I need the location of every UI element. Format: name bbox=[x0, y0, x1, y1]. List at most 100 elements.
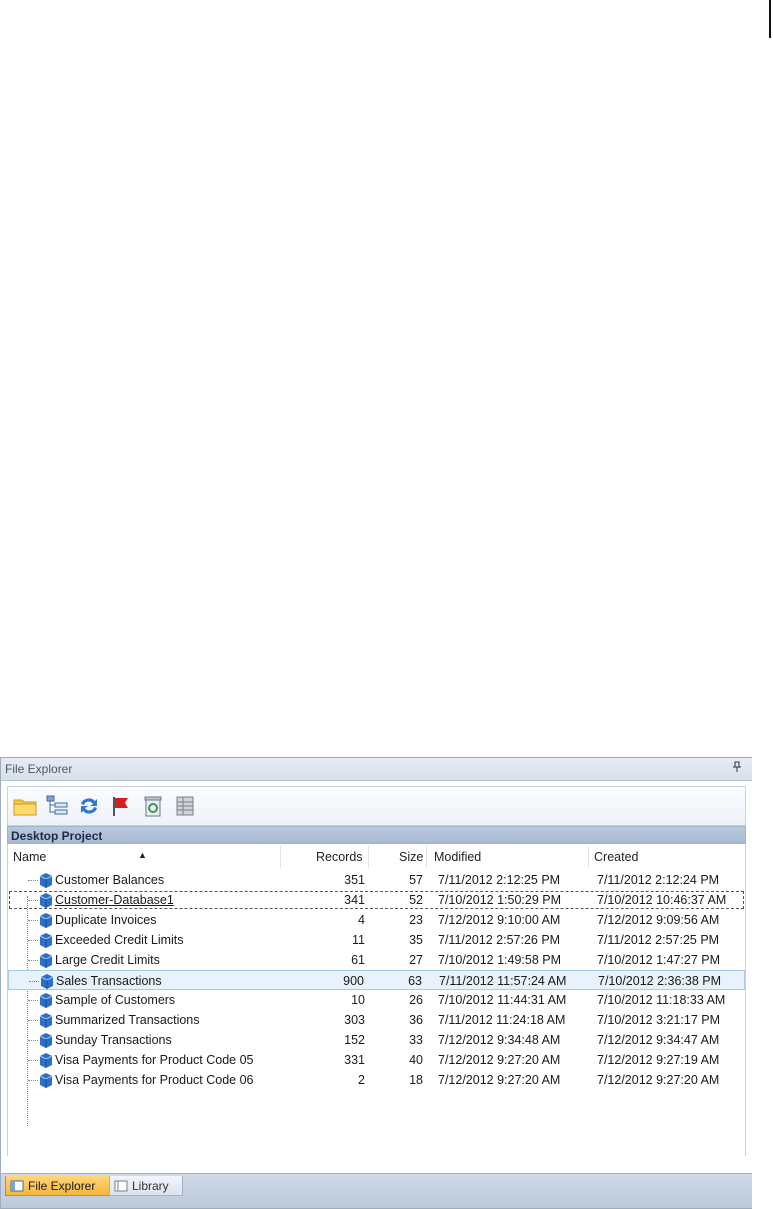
row-modified: 7/11/2012 11:24:18 AM bbox=[438, 1013, 566, 1027]
row-size: 27 bbox=[409, 953, 423, 967]
row-size: 26 bbox=[409, 993, 423, 1007]
row-name: Sample of Customers bbox=[55, 993, 176, 1007]
row-created: 7/12/2012 9:09:56 AM bbox=[597, 913, 720, 927]
column-header-name[interactable]: Name bbox=[13, 850, 46, 864]
row-modified: 7/11/2012 2:12:25 PM bbox=[438, 873, 561, 887]
row-modified: 7/10/2012 11:44:31 AM bbox=[438, 993, 567, 1007]
table-row[interactable]: Duplicate Invoices 4 23 7/12/2012 9:10:0… bbox=[8, 910, 745, 930]
column-separator[interactable] bbox=[280, 846, 281, 868]
panel-titlebar: File Explorer bbox=[1, 758, 752, 781]
database-icon bbox=[39, 933, 53, 948]
row-created: 7/12/2012 9:27:20 AM bbox=[597, 1073, 720, 1087]
row-created: 7/10/2012 3:21:17 PM bbox=[597, 1013, 721, 1027]
database-icon bbox=[39, 1073, 53, 1088]
column-header-created[interactable]: Created bbox=[594, 850, 638, 864]
row-created: 7/10/2012 1:47:27 PM bbox=[597, 953, 721, 967]
database-icon bbox=[39, 893, 53, 908]
row-records: 900 bbox=[343, 974, 364, 988]
tree-branch bbox=[29, 981, 39, 982]
tree-branch bbox=[28, 880, 38, 881]
table-view-icon[interactable] bbox=[172, 793, 198, 819]
database-icon bbox=[39, 993, 53, 1008]
library-icon bbox=[114, 1180, 128, 1192]
page-edge-mark bbox=[769, 0, 771, 38]
tree-branch bbox=[28, 1020, 38, 1021]
row-size: 36 bbox=[409, 1013, 423, 1027]
column-header-modified[interactable]: Modified bbox=[434, 850, 481, 864]
row-created: 7/11/2012 2:57:25 PM bbox=[597, 933, 720, 947]
column-header-size[interactable]: Size bbox=[399, 850, 423, 864]
folder-icon[interactable] bbox=[12, 793, 38, 819]
database-icon bbox=[39, 1033, 53, 1048]
row-created: 7/10/2012 11:18:33 AM bbox=[597, 993, 726, 1007]
table-row[interactable]: Large Credit Limits 61 27 7/10/2012 1:49… bbox=[8, 950, 745, 970]
row-name: Sunday Transactions bbox=[55, 1033, 172, 1047]
flag-icon[interactable] bbox=[108, 793, 134, 819]
panel-title: File Explorer bbox=[5, 762, 73, 776]
pin-icon[interactable] bbox=[732, 758, 742, 780]
row-name: Visa Payments for Product Code 06 bbox=[55, 1073, 254, 1087]
row-name: Exceeded Credit Limits bbox=[55, 933, 184, 947]
row-created: 7/12/2012 9:34:47 AM bbox=[597, 1033, 720, 1047]
column-separator[interactable] bbox=[368, 846, 369, 868]
row-size: 57 bbox=[409, 873, 423, 887]
tree-branch bbox=[28, 1040, 38, 1041]
tree-branch bbox=[28, 900, 38, 901]
row-modified: 7/10/2012 1:49:58 PM bbox=[438, 953, 562, 967]
row-records: 11 bbox=[352, 933, 365, 947]
row-modified: 7/11/2012 2:57:26 PM bbox=[438, 933, 561, 947]
row-size: 18 bbox=[409, 1073, 423, 1087]
project-header[interactable]: Desktop Project bbox=[7, 826, 746, 844]
row-name: Customer-Database1 bbox=[55, 893, 174, 907]
table-row[interactable]: Sales Transactions 900 63 7/11/2012 11:5… bbox=[8, 970, 745, 990]
row-records: 341 bbox=[344, 893, 365, 907]
table-row[interactable]: Sunday Transactions 152 33 7/12/2012 9:3… bbox=[8, 1030, 745, 1050]
column-separator[interactable] bbox=[426, 846, 427, 868]
tree-branch bbox=[28, 960, 38, 961]
database-icon bbox=[39, 913, 53, 928]
table-row[interactable]: Visa Payments for Product Code 06 2 18 7… bbox=[8, 1070, 745, 1090]
tab-file-explorer[interactable]: File Explorer bbox=[5, 1176, 111, 1196]
row-modified: 7/12/2012 9:10:00 AM bbox=[438, 913, 561, 927]
row-records: 4 bbox=[358, 913, 365, 927]
database-icon bbox=[39, 873, 53, 888]
row-modified: 7/11/2012 11:57:24 AM bbox=[439, 974, 567, 988]
table-row[interactable]: Sample of Customers 10 26 7/10/2012 11:4… bbox=[8, 990, 745, 1010]
row-records: 10 bbox=[351, 993, 365, 1007]
row-size: 63 bbox=[408, 974, 422, 988]
table-row[interactable]: Summarized Transactions 303 36 7/11/2012… bbox=[8, 1010, 745, 1030]
row-created: 7/10/2012 10:46:37 AM bbox=[597, 893, 727, 907]
row-records: 2 bbox=[358, 1073, 365, 1087]
tree-view-icon[interactable] bbox=[44, 793, 70, 819]
database-icon bbox=[39, 1013, 53, 1028]
row-name: Sales Transactions bbox=[56, 974, 162, 988]
panel-tab-strip: File Explorer Library bbox=[1, 1173, 752, 1208]
file-explorer-icon bbox=[10, 1180, 24, 1192]
row-records: 351 bbox=[344, 873, 365, 887]
row-modified: 7/10/2012 1:50:29 PM bbox=[438, 893, 562, 907]
tab-label: Library bbox=[132, 1179, 169, 1193]
row-size: 23 bbox=[409, 913, 423, 927]
tab-label: File Explorer bbox=[28, 1179, 96, 1193]
row-created: 7/11/2012 2:12:24 PM bbox=[597, 873, 720, 887]
table-row[interactable]: Customer Balances 351 57 7/11/2012 2:12:… bbox=[8, 870, 745, 890]
row-size: 40 bbox=[409, 1053, 423, 1067]
table-row[interactable]: Customer-Database1 341 52 7/10/2012 1:50… bbox=[8, 890, 745, 910]
table-row[interactable]: Visa Payments for Product Code 05 331 40… bbox=[8, 1050, 745, 1070]
recycle-bin-icon[interactable] bbox=[140, 793, 166, 819]
row-records: 331 bbox=[344, 1053, 365, 1067]
refresh-icon[interactable] bbox=[76, 793, 102, 819]
row-size: 52 bbox=[409, 893, 423, 907]
file-list: ▲ Name Records Size Modified Created Cus… bbox=[7, 844, 746, 1156]
table-row[interactable]: Exceeded Credit Limits 11 35 7/11/2012 2… bbox=[8, 930, 745, 950]
tab-library[interactable]: Library bbox=[109, 1176, 183, 1196]
row-modified: 7/12/2012 9:27:20 AM bbox=[438, 1073, 561, 1087]
column-header-records[interactable]: Records bbox=[316, 850, 363, 864]
row-name: Summarized Transactions bbox=[55, 1013, 200, 1027]
tree-branch bbox=[28, 1080, 38, 1081]
row-modified: 7/12/2012 9:34:48 AM bbox=[438, 1033, 561, 1047]
row-records: 152 bbox=[344, 1033, 365, 1047]
row-created: 7/10/2012 2:36:38 PM bbox=[598, 974, 722, 988]
tree-branch bbox=[28, 1000, 38, 1001]
column-separator[interactable] bbox=[588, 846, 589, 868]
